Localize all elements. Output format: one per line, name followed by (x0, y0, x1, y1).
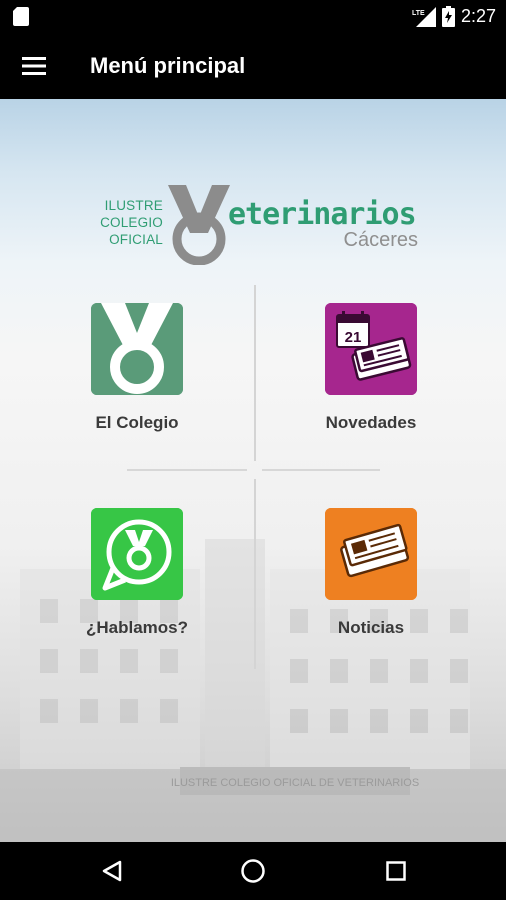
logo-word: eterinarios (228, 197, 417, 232)
system-nav-bar (0, 842, 506, 900)
battery-icon (441, 6, 455, 27)
colegio-logo: ILUSTRE COLEGIO OFICIAL eterinarios Cáce… (88, 183, 423, 265)
clock: 2:27 (460, 6, 496, 26)
tile-el-colegio[interactable]: El Colegio (37, 303, 237, 463)
calendar-newspaper-icon: 21 (325, 303, 417, 395)
svg-text:LTE: LTE (412, 10, 425, 17)
home-button[interactable] (233, 851, 273, 891)
colegio-logo-icon (91, 303, 183, 395)
chat-bubble-icon (91, 508, 183, 600)
recents-button[interactable] (376, 851, 416, 891)
grid-divider-vertical-top (254, 285, 256, 461)
hamburger-menu-icon (22, 57, 46, 75)
newspaper-icon (325, 508, 417, 600)
tile-hablamos[interactable]: ¿Hablamos? (37, 508, 237, 668)
svg-text:ILUSTRE COLEGIO OFICIAL DE VET: ILUSTRE COLEGIO OFICIAL DE VETERINARIOS (171, 777, 419, 789)
back-icon (102, 860, 122, 882)
signal-icon: LTE (412, 6, 436, 27)
status-icons: LTE 2:27 (412, 0, 496, 33)
tile-label: Novedades (325, 413, 417, 432)
home-icon (241, 859, 265, 883)
svg-text:21: 21 (345, 329, 362, 346)
tile-noticias[interactable]: Noticias (271, 508, 471, 668)
grid-divider-horizontal-right (262, 469, 380, 471)
logo-text-left: ILUSTRE COLEGIO OFICIAL (100, 198, 163, 247)
grid-divider-horizontal-left (127, 469, 247, 471)
tile-label: Noticias (337, 618, 405, 637)
sd-card-icon (13, 7, 29, 26)
menu-button[interactable] (14, 46, 54, 86)
tile-label: ¿Hablamos? (85, 618, 189, 637)
tile-novedades[interactable]: 21 Novedades (271, 303, 471, 463)
status-bar: LTE 2:27 (0, 0, 506, 33)
page-title: Menú principal (90, 53, 246, 78)
app-bar: Menú principal (0, 33, 506, 99)
grid-divider-vertical-bottom (254, 479, 256, 669)
tile-label: El Colegio (95, 413, 179, 432)
recents-icon (386, 861, 406, 881)
main-menu: ILUSTRE COLEGIO OFICIAL DE VETERINARIOS … (0, 99, 506, 842)
vo-mark-icon (168, 185, 230, 265)
logo-city: Cáceres (343, 229, 418, 251)
back-button[interactable] (92, 851, 132, 891)
